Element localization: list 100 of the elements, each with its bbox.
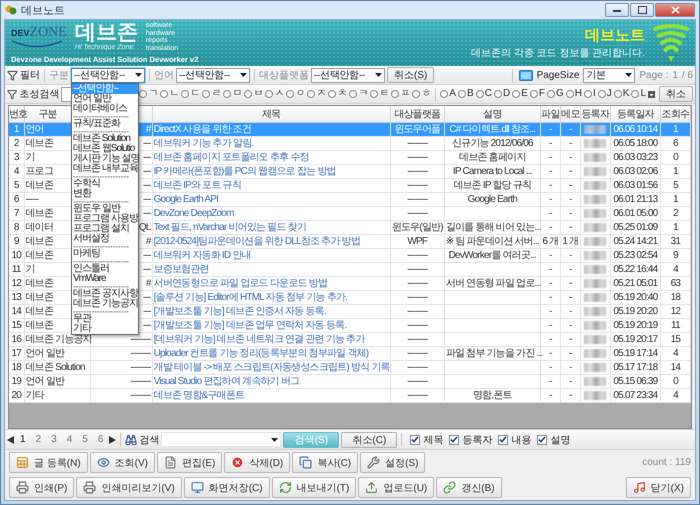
table-row[interactable]: 20 기타 -------- 데브존 명함&구매폰트 -------- 명함,폰트 - - 05.07 23:34 4 (9, 388, 690, 402)
column-header[interactable]: 등록일자 (610, 106, 660, 122)
brand-name: 데브존 (74, 22, 138, 44)
radio-button[interactable] (160, 90, 168, 98)
column-header[interactable]: 메모 (560, 106, 580, 122)
table-cell: 20 (9, 388, 24, 402)
caret-icon (240, 73, 247, 77)
combo-box[interactable]: 기본 (583, 68, 636, 82)
radio-button[interactable] (265, 90, 274, 98)
table-row[interactable]: 17 언어 일반 -------- Uploader 컨트롤 기능 정리(등록부분의 첨부파일 객체) -------- 파일 첨부 기능을 가진 ... - - 05.19 17:14 4 (9, 346, 690, 360)
action-button[interactable]: 업로드(U) (358, 477, 434, 498)
radio-button[interactable] (440, 90, 448, 98)
radio-button[interactable] (223, 90, 232, 98)
blurred-name (584, 124, 606, 134)
checkbox-label: 내용 (511, 434, 532, 446)
radio-label: I (592, 89, 596, 99)
radio-button[interactable] (181, 90, 190, 98)
minimize-button[interactable] (605, 3, 629, 17)
radio-button[interactable] (139, 90, 148, 98)
radio-button[interactable] (458, 90, 466, 98)
column-header[interactable]: 조회수 (660, 106, 690, 122)
music-note-icon (632, 481, 646, 494)
radio-button[interactable] (202, 90, 210, 98)
page-link[interactable]: 6 (94, 434, 108, 445)
monitor-icon (190, 481, 204, 494)
radio-button[interactable] (349, 90, 358, 98)
checkbox[interactable] (449, 434, 460, 444)
radio-button[interactable] (412, 90, 420, 98)
radio-button[interactable] (494, 90, 502, 98)
radio-label: E (521, 89, 528, 99)
delete-icon (231, 456, 244, 469)
action-button[interactable]: 삭제(D) (224, 452, 290, 473)
radio-button[interactable] (598, 90, 606, 98)
radio-button[interactable] (546, 90, 555, 98)
page-number: 1 (672, 70, 678, 80)
page-link[interactable]: 3 (47, 434, 61, 445)
radio-button[interactable] (512, 90, 520, 98)
radio-label: ㅅ (274, 89, 284, 99)
radio-button[interactable] (614, 90, 622, 98)
action-button[interactable]: 인쇄미리보기(V) (76, 477, 182, 498)
radio-button[interactable] (476, 90, 484, 98)
search-field[interactable] (161, 432, 282, 447)
maximize-icon (638, 6, 646, 14)
checkbox[interactable] (498, 434, 508, 444)
action-button[interactable]: 화면저장(C) (184, 477, 270, 498)
radio-button[interactable] (584, 90, 592, 98)
checkbox[interactable] (537, 434, 548, 444)
radio-button[interactable] (391, 90, 400, 98)
table-row[interactable]: 19 언어 일반 -------- Visual Studio 편집하여 계속하기 버그 -------- - - 05.15 06:39 0 (9, 374, 690, 388)
close-button[interactable] (655, 3, 695, 17)
previous-icon[interactable] (7, 436, 14, 444)
blurred-name (584, 334, 606, 344)
radio-label: A (449, 89, 456, 99)
column-header[interactable]: 등록자 (580, 106, 610, 122)
column-header[interactable]: 설명 (444, 106, 540, 122)
action-button[interactable]: 글 등록(N) (9, 452, 88, 473)
cancel-button[interactable]: 취소(C) (341, 432, 398, 448)
column-header[interactable]: 파일 (540, 106, 560, 122)
action-button[interactable]: 갱신(B) (436, 477, 502, 498)
action-button[interactable]: 설정(S) (360, 452, 426, 473)
dropdown-option[interactable]: 언어 일반 (72, 94, 138, 104)
cancel-button[interactable]: 취소 (659, 86, 693, 102)
combo-box[interactable]: --선택안함-- (311, 68, 385, 82)
close-button[interactable]: 닫기(X) (626, 477, 691, 498)
caret-icon (271, 438, 278, 442)
radio-button[interactable] (328, 90, 336, 98)
radio-label: ㅇ (295, 89, 306, 99)
page-link[interactable]: 1 (16, 434, 30, 445)
cancel-button[interactable]: 취소(S) (387, 67, 434, 83)
action-button[interactable]: 복사(C) (292, 452, 358, 473)
signal-icon (653, 23, 689, 63)
action-button[interactable]: 편집(E) (157, 452, 222, 473)
page-link[interactable]: 4 (62, 434, 76, 445)
blurred-name (584, 292, 606, 302)
action-button[interactable]: 내보내기(T) (272, 477, 356, 498)
page-link[interactable]: 2 (32, 434, 46, 445)
action-button[interactable]: 인쇄(P) (9, 477, 74, 498)
radio-button[interactable] (530, 90, 538, 98)
radio-button[interactable] (244, 90, 252, 98)
column-header[interactable]: 제목 (152, 106, 390, 122)
table-row[interactable]: 18 데브존 Solution -------- 개발 테이블 -> 배포 스크립트(자동생성스크립트) 방식 기록 -------- - - 05.17 17:18 14 (9, 360, 690, 374)
column-header[interactable]: 대상플랫폼 (390, 106, 444, 122)
radio-label: ㅊ (337, 89, 348, 99)
radio-button[interactable] (370, 90, 378, 98)
radio-button[interactable] (307, 90, 316, 98)
radio-label: ㅎ (421, 89, 432, 99)
radio-button[interactable] (566, 90, 574, 98)
logo-text: ZONE (30, 26, 67, 40)
next-icon[interactable] (109, 436, 116, 444)
page-link[interactable]: 5 (78, 434, 92, 445)
checkbox[interactable] (410, 434, 420, 444)
radio-button[interactable] (631, 90, 640, 98)
maximize-button[interactable] (630, 3, 654, 17)
radio-button[interactable] (286, 90, 294, 98)
link-icon (443, 481, 456, 494)
combo-box[interactable]: --선택안함-- (176, 68, 250, 82)
table-cell: 기타 (24, 388, 90, 402)
table-row[interactable]: 16 데브존 기능공지 -------- [데브워커 기능] 데브존 네트워크 연결 관련 기능 추가 -------- - - 05.19 20:17 15 (9, 332, 690, 346)
action-button[interactable]: 조회(V) (90, 452, 156, 473)
combo-box[interactable]: --선택안함-- (71, 68, 145, 82)
